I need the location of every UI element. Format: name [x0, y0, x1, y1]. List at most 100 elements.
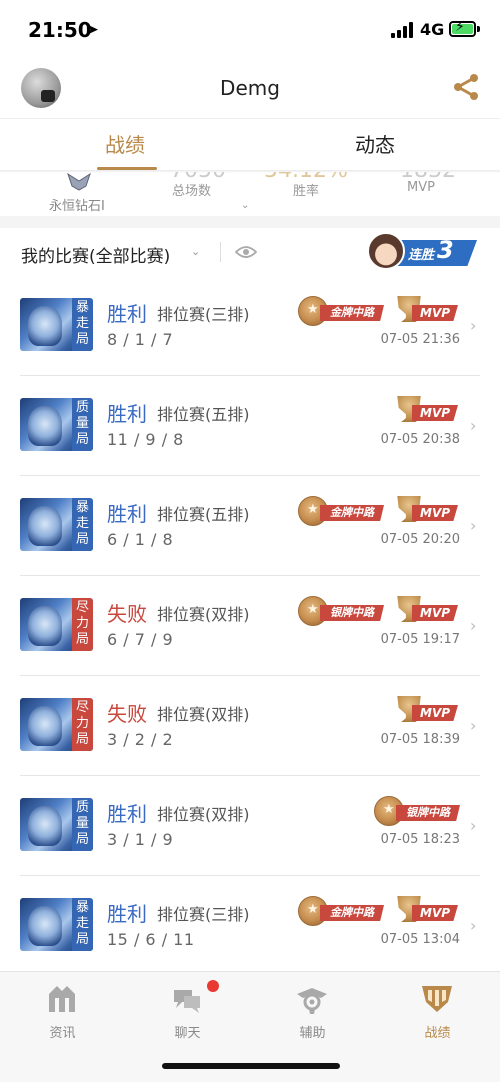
mvp-badge: MVP	[396, 696, 458, 726]
battery-nub	[477, 26, 480, 32]
streak-count: 3	[437, 236, 454, 264]
hero-portrait: 质量局	[20, 398, 93, 451]
chevron-right-icon: ›	[470, 916, 477, 935]
page-title: Demg	[220, 76, 280, 100]
status-bar: 21:50 ➤ 4G ⚡	[0, 0, 500, 62]
notification-dot	[207, 980, 219, 992]
match-row[interactable]: 质量局 胜利 排位赛(五排) 11 / 9 / 8 MVP 07-05 20:3…	[0, 376, 500, 476]
chevron-right-icon: ›	[470, 316, 477, 335]
match-mode: 排位赛(三排)	[157, 305, 250, 324]
match-time: 07-05 20:38	[380, 432, 460, 447]
match-mode: 排位赛(双排)	[157, 705, 250, 724]
total-games-label: 总场数	[172, 184, 212, 199]
match-result: 胜利	[107, 402, 147, 426]
win-rate-label: 胜率	[293, 184, 320, 199]
assist-icon	[297, 988, 327, 1014]
match-tag: 暴走局	[72, 498, 93, 551]
hero-portrait: 暴走局	[20, 298, 93, 351]
eye-icon[interactable]	[235, 244, 257, 260]
match-tag: 暴走局	[72, 298, 93, 351]
match-mode: 排位赛(五排)	[157, 405, 250, 424]
match-row[interactable]: 暴走局 胜利 排位赛(五排) 6 / 1 / 8 金牌中路 MVP 07-05 …	[0, 476, 500, 576]
match-result: 胜利	[107, 502, 147, 526]
nav-label: 资讯	[49, 1026, 76, 1041]
expand-chevron-icon[interactable]: ⌄	[241, 200, 249, 211]
tab-record[interactable]: 战绩	[0, 129, 250, 158]
chevron-right-icon: ›	[470, 616, 477, 635]
match-row[interactable]: 暴走局 胜利 排位赛(三排) 15 / 6 / 11 金牌中路 MVP 07-0…	[0, 876, 500, 976]
news-icon	[49, 986, 75, 1012]
tab-bar: 战绩 动态	[0, 118, 500, 170]
match-tag: 尽力局	[72, 598, 93, 651]
match-kda: 6 / 7 / 9	[107, 630, 174, 649]
match-row[interactable]: 质量局 胜利 排位赛(双排) 3 / 1 / 9 银牌中路 07-05 18:2…	[0, 776, 500, 876]
rank-label: 永恒钻石I	[49, 199, 105, 214]
nav-label: 聊天	[174, 1026, 201, 1041]
nav-item-news[interactable]: 资讯	[0, 982, 125, 1042]
share-icon[interactable]	[450, 72, 480, 102]
match-result: 胜利	[107, 802, 147, 826]
match-tag: 质量局	[72, 798, 93, 851]
chevron-down-icon[interactable]: ⌄	[191, 245, 200, 258]
hero-portrait: 暴走局	[20, 898, 93, 951]
nav-item-assist[interactable]: 辅助	[250, 982, 375, 1042]
match-kda: 3 / 1 / 9	[107, 830, 174, 849]
match-tag: 质量局	[72, 398, 93, 451]
match-mode: 排位赛(双排)	[157, 605, 250, 624]
match-row[interactable]: 暴走局 胜利 排位赛(三排) 8 / 1 / 7 金牌中路 MVP 07-05 …	[0, 276, 500, 376]
match-result: 失败	[107, 702, 147, 726]
match-mode: 排位赛(双排)	[157, 805, 250, 824]
match-time: 07-05 18:23	[380, 832, 460, 847]
nav-item-chat[interactable]: 聊天	[125, 980, 250, 1042]
mvp-badge: MVP	[396, 396, 458, 426]
match-result: 胜利	[107, 902, 147, 926]
section-separator	[0, 216, 500, 228]
match-filter-row: 我的比赛(全部比赛) ⌄ 连胜 3	[0, 228, 500, 276]
match-result: 失败	[107, 602, 147, 626]
hero-portrait: 尽力局	[20, 698, 93, 751]
match-time: 07-05 21:36	[380, 332, 460, 347]
mvp-count-label: MVP	[407, 180, 435, 195]
mvp-badge: MVP	[396, 896, 458, 926]
stats-summary: 永恒钻石I 7050 总场数 54.12% 胜率 1832 MVP ⌄	[0, 172, 500, 216]
match-kda: 3 / 2 / 2	[107, 730, 174, 749]
mvp-badge: MVP	[396, 496, 458, 526]
nav-item-record[interactable]: 战绩	[375, 982, 500, 1042]
tab-feed[interactable]: 动态	[250, 129, 500, 158]
match-row[interactable]: 尽力局 失败 排位赛(双排) 3 / 2 / 2 MVP 07-05 18:39…	[0, 676, 500, 776]
match-filter-dropdown[interactable]: 我的比赛(全部比赛)	[21, 242, 170, 267]
mvp-badge: MVP	[396, 296, 458, 326]
match-history-screen: 21:50 ➤ 4G ⚡ Demg 战绩 动态 永恒钻石I 7050	[0, 0, 500, 1082]
match-kda: 8 / 1 / 7	[107, 330, 174, 349]
charging-bolt-icon: ⚡	[455, 19, 465, 35]
hero-portrait: 尽力局	[20, 598, 93, 651]
divider	[220, 242, 221, 262]
match-kda: 15 / 6 / 11	[107, 930, 195, 949]
match-time: 07-05 20:20	[380, 532, 460, 547]
match-mode: 排位赛(五排)	[157, 505, 250, 524]
match-time: 07-05 18:39	[380, 732, 460, 747]
rank-emblem-icon	[67, 172, 91, 191]
mvp-badge: MVP	[396, 596, 458, 626]
cellular-signal-icon	[391, 22, 417, 38]
match-kda: 6 / 1 / 8	[107, 530, 174, 549]
match-tag: 暴走局	[72, 898, 93, 951]
home-indicator	[162, 1063, 340, 1069]
record-icon	[422, 986, 452, 1012]
match-tag: 尽力局	[72, 698, 93, 751]
match-mode: 排位赛(三排)	[157, 905, 250, 924]
chevron-right-icon: ›	[470, 716, 477, 735]
match-time: 07-05 19:17	[380, 632, 460, 647]
chevron-right-icon: ›	[470, 416, 477, 435]
match-time: 07-05 13:04	[380, 932, 460, 947]
profile-header: Demg	[0, 62, 500, 118]
streak-label: 连胜	[408, 248, 435, 263]
chat-icon	[174, 990, 200, 1013]
match-kda: 11 / 9 / 8	[107, 430, 184, 449]
win-streak-badge: 连胜 3	[367, 232, 479, 272]
match-row[interactable]: 尽力局 失败 排位赛(双排) 6 / 7 / 9 银牌中路 MVP 07-05 …	[0, 576, 500, 676]
network-type: 4G	[420, 20, 445, 39]
hero-portrait: 暴走局	[20, 498, 93, 551]
hero-portrait: 质量局	[20, 798, 93, 851]
nav-label: 辅助	[299, 1026, 326, 1041]
